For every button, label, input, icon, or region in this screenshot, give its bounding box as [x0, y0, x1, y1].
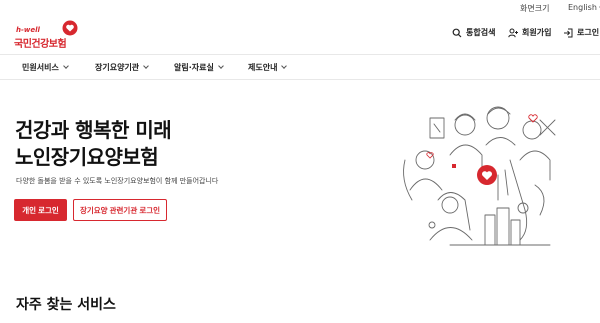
login-icon — [564, 28, 573, 37]
hero-description: 다양한 돌봄을 받을 수 있도록 노인장기요양보험이 함께 만들어갑니다 — [16, 177, 219, 185]
hero-title-line1: 건강과 행복한 미래 — [15, 118, 172, 142]
user-plus-icon — [508, 28, 518, 37]
nav-label: 민원서비스 — [22, 63, 59, 72]
login-button[interactable]: 로그인 — [563, 27, 599, 38]
search-icon — [452, 28, 462, 37]
main-navigation: 민원서비스 장기요양기관 알림·자료실 제도안내 — [0, 54, 600, 80]
hero-title: 건강과 행복한 미래 노인장기요양보험 — [15, 117, 172, 171]
header-actions: 통합검색 회원가입 로그인 — [0, 27, 600, 43]
language-select[interactable]: English — [568, 3, 600, 12]
chevron-down-icon — [62, 63, 69, 69]
nav-item-system-guide[interactable]: 제도안내 — [248, 62, 288, 73]
join-button[interactable]: 회원가입 — [508, 27, 551, 38]
login-label: 로그인 — [577, 28, 600, 37]
hero-illustration — [403, 106, 556, 246]
search-button[interactable]: 통합검색 — [452, 27, 495, 38]
institution-login-button[interactable]: 장기요양 관련기관 로그인 — [73, 199, 167, 221]
hero-title-line2: 노인장기요양보험 — [15, 145, 159, 169]
join-label: 회원가입 — [522, 28, 552, 37]
nav-label: 제도안내 — [248, 63, 278, 72]
nav-item-notice-library[interactable]: 알림·자료실 — [174, 62, 224, 73]
language-label: English — [568, 3, 597, 12]
utility-bar: 화면크기 English — [0, 0, 600, 16]
nav-item-civil-service[interactable]: 민원서비스 — [22, 62, 69, 73]
nav-label: 알림·자료실 — [174, 63, 214, 72]
chevron-down-icon — [218, 63, 224, 69]
zoom-label: 화면크기 — [520, 4, 550, 13]
site-header: h-well 국민건강보험 통합검색 회원가입 로그인 — [0, 16, 600, 54]
chevron-down-icon — [281, 63, 288, 69]
nav-label: 장기요양기관 — [95, 63, 140, 72]
chevron-down-icon — [143, 63, 150, 69]
section-title-frequent-services: 자주 찾는 서비스 — [16, 297, 116, 313]
search-label: 통합검색 — [466, 28, 496, 37]
nav-item-care-institution[interactable]: 장기요양기관 — [95, 62, 150, 73]
personal-login-button[interactable]: 개인 로그인 — [14, 199, 67, 221]
zoom-control[interactable]: 화면크기 — [520, 3, 549, 14]
